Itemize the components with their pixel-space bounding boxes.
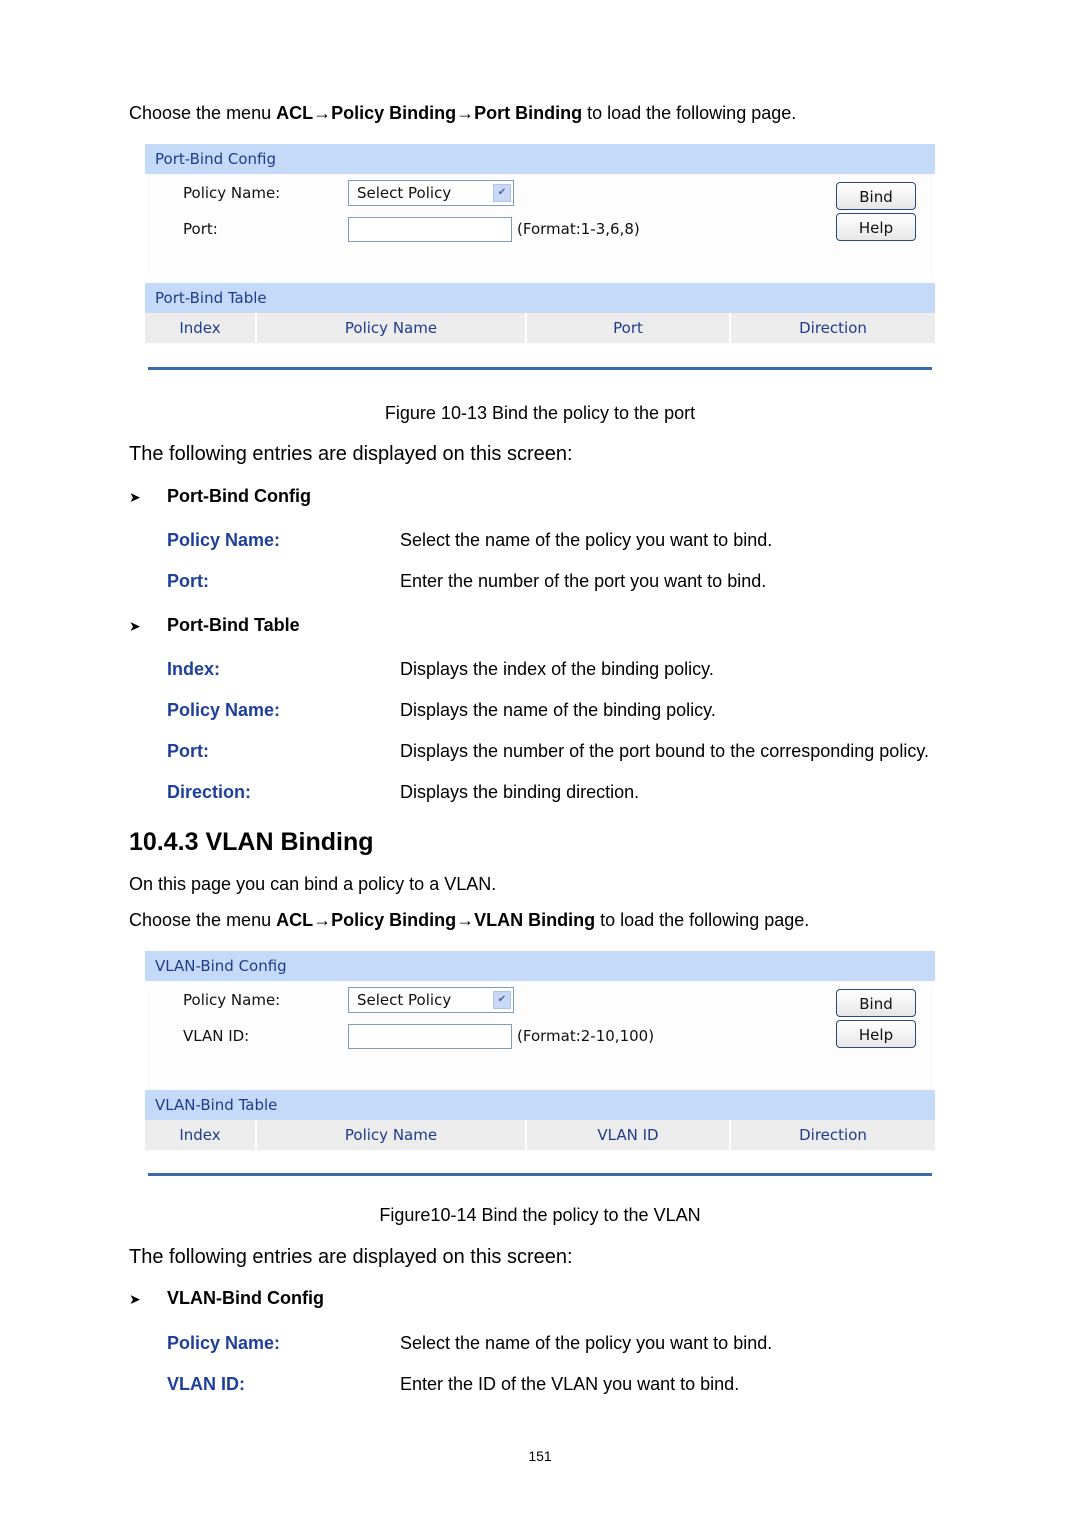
vlan-id-input[interactable]: [348, 1024, 512, 1049]
menu-acl: ACL: [276, 910, 314, 930]
term-direction: Direction:: [167, 782, 252, 802]
bullet-arrow-icon: ➤: [129, 618, 141, 634]
bind-button[interactable]: Bind: [836, 989, 916, 1017]
desc-policy-name: Select the name of the policy you want t…: [400, 1333, 773, 1353]
menu-path-instruction: Choose the menu ACL→Policy Binding→VLAN …: [129, 910, 809, 931]
section-title: VLAN-Bind Config: [167, 1288, 324, 1308]
menu-path-instruction: Choose the menu ACL→Policy Binding→Port …: [129, 103, 796, 124]
column-port: Port: [527, 313, 731, 343]
section-port-bind-table: ➤ Port-Bind Table: [129, 615, 300, 636]
column-index: Index: [145, 313, 257, 343]
section-title: Port-Bind Config: [167, 486, 311, 506]
entries-intro: The following entries are displayed on t…: [129, 443, 573, 465]
menu-policy-binding: Policy Binding: [331, 103, 457, 123]
term-policy-name: Policy Name:: [167, 1333, 281, 1353]
column-policy-name: Policy Name: [257, 313, 527, 343]
section-title: Port-Bind Table: [167, 615, 300, 635]
vlan-bind-config-header: VLAN-Bind Config: [145, 951, 935, 981]
vlan-format-hint: (Format:2-10,100): [517, 1027, 655, 1045]
menu-acl: ACL: [276, 103, 314, 123]
instruction-suffix: to load the following page.: [595, 910, 810, 930]
term-vlan-id: VLAN ID:: [167, 1374, 245, 1394]
term-policy-name: Policy Name:: [167, 700, 281, 720]
column-policy-name: Policy Name: [257, 1120, 527, 1150]
port-bind-table-header: Port-Bind Table: [145, 283, 935, 313]
term-port: Port:: [167, 741, 209, 761]
entries-intro: The following entries are displayed on t…: [129, 1246, 573, 1268]
column-index: Index: [145, 1120, 257, 1150]
desc-index: Displays the index of the binding policy…: [400, 659, 714, 679]
vlan-intro: On this page you can bind a policy to a …: [129, 874, 497, 894]
desc-port: Enter the number of the port you want to…: [400, 571, 767, 591]
policy-name-label: Policy Name:: [183, 991, 281, 1009]
menu-port-binding: Port Binding: [474, 103, 583, 123]
desc-direction: Displays the binding direction.: [400, 782, 640, 802]
port-input[interactable]: [348, 217, 512, 242]
policy-select-value: Select Policy: [357, 991, 452, 1009]
arrow-icon: →: [456, 103, 475, 123]
port-bind-config-header: Port-Bind Config: [145, 144, 935, 174]
help-button[interactable]: Help: [836, 1020, 916, 1048]
table-bottom-divider: [148, 1173, 932, 1176]
port-format-hint: (Format:1-3,6,8): [517, 220, 640, 238]
column-vlan-id: VLAN ID: [527, 1120, 731, 1150]
instruction-suffix: to load the following page.: [582, 103, 797, 123]
vlan-bind-table-columns: Index Policy Name VLAN ID Direction: [145, 1120, 935, 1150]
chevron-down-icon[interactable]: ✔: [493, 184, 511, 202]
port-bind-table-columns: Index Policy Name Port Direction: [145, 313, 935, 343]
arrow-icon: →: [313, 103, 332, 123]
menu-vlan-binding: VLAN Binding: [474, 910, 596, 930]
column-direction: Direction: [731, 1120, 935, 1150]
page-number: 151: [528, 1448, 552, 1464]
policy-name-select[interactable]: Select Policy ✔: [348, 987, 514, 1013]
desc-vlan-id: Enter the ID of the VLAN you want to bin…: [400, 1374, 740, 1394]
arrow-icon: →: [313, 910, 332, 930]
bullet-arrow-icon: ➤: [129, 489, 141, 505]
chevron-down-icon[interactable]: ✔: [493, 991, 511, 1009]
section-heading: 10.4.3 VLAN Binding: [129, 828, 374, 856]
term-port: Port:: [167, 571, 209, 591]
instruction-prefix: Choose the menu: [129, 103, 277, 123]
vlan-id-label: VLAN ID:: [183, 1027, 250, 1045]
bullet-arrow-icon: ➤: [129, 1291, 141, 1307]
policy-select-value: Select Policy: [357, 184, 452, 202]
port-label: Port:: [183, 220, 218, 238]
desc-port: Displays the number of the port bound to…: [400, 741, 929, 761]
arrow-icon: →: [456, 910, 475, 930]
vlan-bind-table-header: VLAN-Bind Table: [145, 1090, 935, 1120]
instruction-prefix: Choose the menu: [129, 910, 277, 930]
column-direction: Direction: [731, 313, 935, 343]
desc-policy-name: Select the name of the policy you want t…: [400, 530, 773, 550]
term-index: Index:: [167, 659, 221, 679]
term-policy-name: Policy Name:: [167, 530, 281, 550]
table-bottom-divider: [148, 367, 932, 370]
figure-caption-vlan: Figure10-14 Bind the policy to the VLAN: [379, 1205, 701, 1225]
bind-button[interactable]: Bind: [836, 182, 916, 210]
policy-name-label: Policy Name:: [183, 184, 281, 202]
port-bind-screenshot: Port-Bind Config Policy Name: Select Pol…: [145, 144, 935, 344]
figure-caption-port: Figure 10-13 Bind the policy to the port: [384, 403, 696, 423]
section-vlan-bind-config: ➤ VLAN-Bind Config: [129, 1288, 324, 1309]
menu-policy-binding: Policy Binding: [331, 910, 457, 930]
help-button[interactable]: Help: [836, 213, 916, 241]
section-port-bind-config: ➤ Port-Bind Config: [129, 486, 311, 507]
policy-name-select[interactable]: Select Policy ✔: [348, 180, 514, 206]
vlan-bind-screenshot: VLAN-Bind Config Policy Name: Select Pol…: [145, 951, 935, 1151]
desc-policy-name: Displays the name of the binding policy.: [400, 700, 716, 720]
